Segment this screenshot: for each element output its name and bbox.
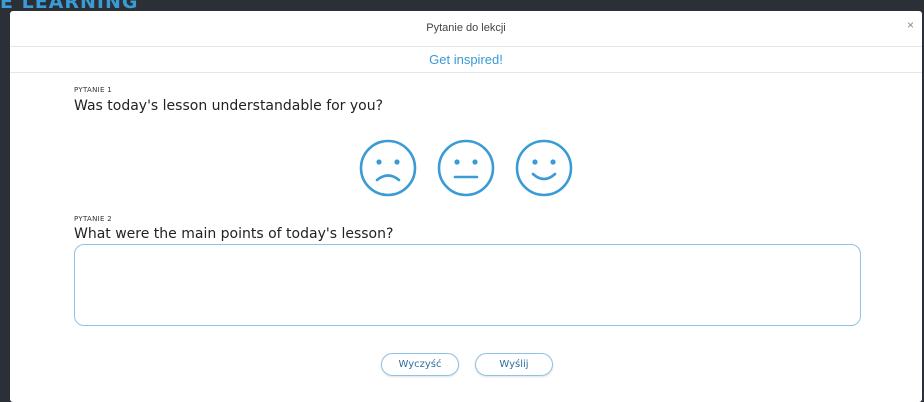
send-button[interactable]: Wyślij [475, 353, 553, 376]
modal-header: Pytanie do lekcji × [10, 11, 922, 47]
happy-face-icon[interactable] [514, 138, 574, 198]
get-inspired-link[interactable]: Get inspired! [429, 52, 503, 67]
inspire-row: Get inspired! [10, 47, 922, 73]
neutral-face-icon[interactable] [436, 138, 496, 198]
modal-title: Pytanie do lekcji [426, 22, 506, 34]
question-2-text: What were the main points of today's les… [74, 226, 394, 242]
answer-textarea[interactable] [74, 244, 861, 326]
question-1-text: Was today's lesson understandable for yo… [74, 98, 384, 114]
question-1-number: PYTANIE 1 [74, 86, 112, 94]
question-2-number: PYTANIE 2 [74, 215, 112, 223]
question-modal: Pytanie do lekcji × Get inspired! PYTANI… [10, 11, 922, 402]
close-icon[interactable]: × [907, 19, 914, 31]
clear-button[interactable]: Wyczyść [381, 353, 459, 376]
sad-face-icon[interactable] [358, 138, 418, 198]
